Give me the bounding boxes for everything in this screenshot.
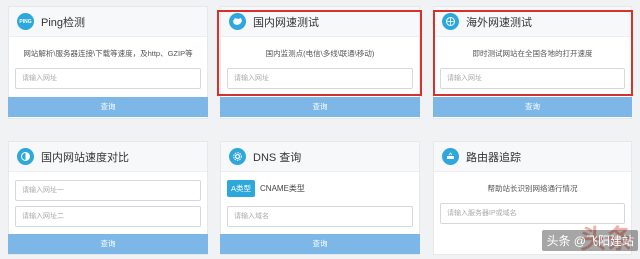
url-input-2[interactable] <box>15 206 201 227</box>
url-input-1[interactable] <box>15 180 201 201</box>
card-title: DNS 查询 <box>253 151 302 164</box>
card-description: 网站解析\服务器连接\下载等速度，及http、GZIP等 <box>23 49 193 58</box>
card-dns: DNS 查询 A类型 CNAME类型 查询 <box>220 141 420 255</box>
card-title: 国内网站速度对比 <box>41 151 129 164</box>
ping-icon: PING <box>17 13 34 30</box>
half-circle-icon <box>17 148 34 165</box>
record-type-selector: A类型 CNAME类型 <box>227 180 419 197</box>
card-header: PING Ping检测 <box>9 7 207 37</box>
dns-gear-icon <box>229 148 246 165</box>
domain-input[interactable] <box>227 206 413 227</box>
card-header: DNS 查询 <box>221 142 419 172</box>
query-button[interactable]: 查询 <box>8 234 208 254</box>
query-button[interactable]: 查询 <box>433 97 632 117</box>
watermark-caption: 头条 @飞阳建站 <box>542 230 638 251</box>
query-button[interactable]: 查询 <box>8 97 208 117</box>
highlight-box-domestic <box>217 10 422 96</box>
card-title: 路由器追踪 <box>466 151 521 164</box>
cname-type-option[interactable]: CNAME类型 <box>260 183 305 194</box>
highlight-box-overseas <box>433 10 633 96</box>
card-speed-compare: 国内网站速度对比 查询 <box>8 141 208 255</box>
query-button[interactable]: 查询 <box>220 97 420 117</box>
query-button[interactable]: 查询 <box>220 234 420 254</box>
card-description: 帮助站长识别网络通行情况 <box>487 184 578 193</box>
card-header: 国内网站速度对比 <box>9 142 207 172</box>
card-header: 路由器追踪 <box>434 142 631 172</box>
url-input[interactable] <box>15 68 201 89</box>
a-type-tag[interactable]: A类型 <box>227 180 256 197</box>
router-icon <box>442 148 459 165</box>
card-ping: PING Ping检测 网站解析\服务器连接\下载等速度，及http、GZIP等… <box>8 6 208 119</box>
card-title: Ping检测 <box>41 16 86 29</box>
